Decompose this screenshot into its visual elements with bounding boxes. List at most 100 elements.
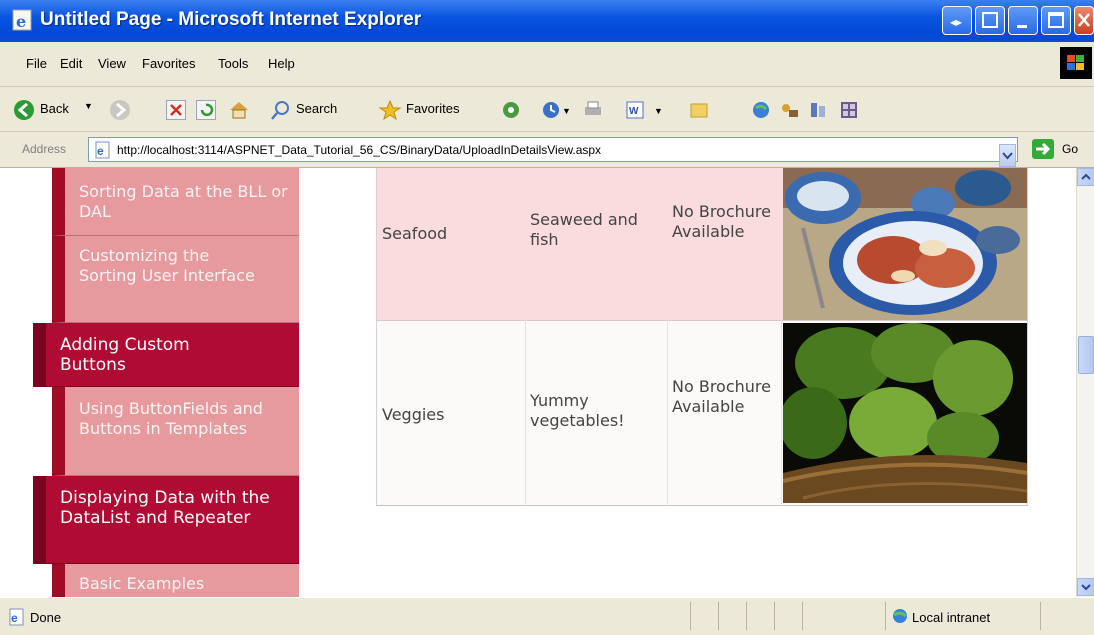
printer-icon <box>585 101 601 115</box>
svg-text:W: W <box>629 106 639 117</box>
column-divider <box>525 168 526 506</box>
refresh-icon <box>200 103 214 117</box>
messenger-icon <box>782 104 798 117</box>
stop-button[interactable] <box>166 100 186 120</box>
go-label[interactable]: Go <box>1062 142 1078 156</box>
products-table: Seafood Seaweed and fish No Brochure Ava… <box>376 168 1028 506</box>
window-title: Untitled Page - Microsoft Internet Explo… <box>40 9 422 30</box>
forward-arrow-icon <box>110 100 130 120</box>
category-cell: Seafood <box>382 224 448 243</box>
category-cell: Veggies <box>382 405 445 424</box>
favorites-label: Favorites <box>406 101 460 116</box>
menu-help[interactable]: Help <box>268 56 295 71</box>
history-button[interactable]: ▼ <box>540 99 578 121</box>
address-dropdown-button[interactable] <box>999 144 1016 167</box>
grid-tool-button[interactable] <box>838 99 860 121</box>
sidebar-section-datalist-repeater[interactable]: Displaying Data with the DataList and Re… <box>33 476 299 564</box>
menu-edit[interactable]: Edit <box>60 56 82 71</box>
sidebar-item-sorting-bll-dal[interactable]: Sorting Data at the BLL or DAL <box>52 168 299 236</box>
title-bar[interactable]: e Untitled Page - Microsoft Internet Exp… <box>0 0 1094 42</box>
home-button[interactable] <box>228 99 250 121</box>
back-label: Back <box>40 101 69 116</box>
go-button[interactable] <box>1032 139 1054 159</box>
seafood-image <box>783 168 1027 320</box>
research-icon <box>811 103 825 117</box>
globe-button[interactable] <box>750 99 772 121</box>
folder-button[interactable] <box>688 99 710 121</box>
scroll-thumb[interactable] <box>1078 336 1094 374</box>
media-button[interactable] <box>500 99 522 121</box>
sidebar-item-basic-examples[interactable]: Basic Examples <box>52 564 299 597</box>
back-button[interactable]: Back ▼ <box>10 95 100 125</box>
sidebar-item-label: Customizing the Sorting User Interface <box>79 246 255 285</box>
svg-text:▼: ▼ <box>562 106 571 116</box>
page-done-icon: e <box>9 608 24 626</box>
globe-icon <box>753 102 769 118</box>
sidebar-item-label: Basic Examples <box>79 574 205 593</box>
description-cell: Seaweed and fish <box>530 210 638 249</box>
go-arrow-icon <box>1036 142 1051 156</box>
maximize-button[interactable] <box>1041 6 1071 35</box>
messenger-button[interactable] <box>778 99 800 121</box>
svg-text:◂▸: ◂▸ <box>950 15 962 29</box>
word-icon: W ▼ <box>626 101 663 119</box>
research-button[interactable] <box>808 99 830 121</box>
menu-file[interactable]: File <box>26 56 47 71</box>
page-content: Sorting Data at the BLL or DAL Customizi… <box>0 168 1076 597</box>
minimize-button[interactable] <box>1008 6 1038 35</box>
menu-tools[interactable]: Tools <box>218 56 248 71</box>
close-button[interactable] <box>1074 6 1094 35</box>
home-icon <box>230 102 248 119</box>
print-button[interactable] <box>582 99 604 121</box>
svg-text:e: e <box>16 12 26 31</box>
brochure-cell: No Brochure Available <box>672 202 771 241</box>
maximize-icon <box>1048 12 1064 28</box>
two-arrows-icon: ◂▸ <box>950 15 962 29</box>
toolbar: Back ▼ Search Favorites ▼ W ▼ <box>0 87 1094 132</box>
search-label: Search <box>296 101 338 116</box>
forward-button[interactable] <box>108 98 148 122</box>
sidebar-section-adding-custom-buttons[interactable]: Adding Custom Buttons <box>33 323 299 387</box>
menu-view[interactable]: View <box>98 56 126 71</box>
media-icon <box>503 102 519 118</box>
status-bar: e Done Local intranet <box>0 597 1094 635</box>
folder-icon <box>690 103 708 118</box>
vertical-scrollbar[interactable] <box>1076 168 1094 597</box>
back-arrow-icon <box>14 100 34 120</box>
edit-button[interactable]: W ▼ <box>624 99 668 121</box>
sidebar-item-label: Sorting Data at the BLL or DAL <box>79 182 288 221</box>
security-zone-label: Local intranet <box>912 610 991 625</box>
refresh-button[interactable] <box>196 100 216 120</box>
artichokes-image <box>783 323 1027 503</box>
back-dropdown-icon: ▼ <box>84 101 93 111</box>
tile-button[interactable] <box>975 6 1005 35</box>
svg-text:e: e <box>11 611 18 625</box>
scroll-up-button[interactable] <box>1077 168 1094 186</box>
address-input[interactable]: e http://localhost:3114/ASPNET_Data_Tuto… <box>88 137 1018 167</box>
window-icon <box>982 12 998 28</box>
menu-bar: File Edit View Favorites Tools Help <box>0 42 1094 87</box>
close-icon <box>1078 13 1090 27</box>
restore-icon-button[interactable]: ◂▸ <box>942 6 972 35</box>
scroll-down-button[interactable] <box>1077 578 1094 596</box>
sidebar-item-customizing-sorting-ui[interactable]: Customizing the Sorting User Interface <box>52 236 299 323</box>
intranet-zone-icon <box>893 609 907 623</box>
table-row: Veggies Yummy vegetables! No Brochure Av… <box>377 321 1027 505</box>
sidebar-item-label: Using ButtonFields and Buttons in Templa… <box>79 399 263 438</box>
table-row: Seafood Seaweed and fish No Brochure Ava… <box>377 168 1027 321</box>
search-button[interactable]: Search <box>268 95 373 125</box>
chevron-down-icon <box>1002 152 1013 160</box>
ie-page-icon: e <box>12 9 32 31</box>
favorites-button[interactable]: Favorites <box>376 95 494 125</box>
menu-favorites[interactable]: Favorites <box>142 56 195 71</box>
windows-logo-icon <box>1060 47 1092 79</box>
history-icon: ▼ <box>543 102 571 118</box>
search-icon <box>271 101 289 120</box>
status-text: Done <box>30 610 62 625</box>
chevron-down-icon <box>1081 584 1091 591</box>
svg-text:▼: ▼ <box>654 106 663 116</box>
page-icon: e <box>95 141 110 159</box>
description-cell: Yummy vegetables! <box>530 391 625 430</box>
sidebar-item-using-buttonfields[interactable]: Using ButtonFields and Buttons in Templa… <box>52 387 299 476</box>
sidebar-section-label: Adding Custom Buttons <box>60 335 190 375</box>
